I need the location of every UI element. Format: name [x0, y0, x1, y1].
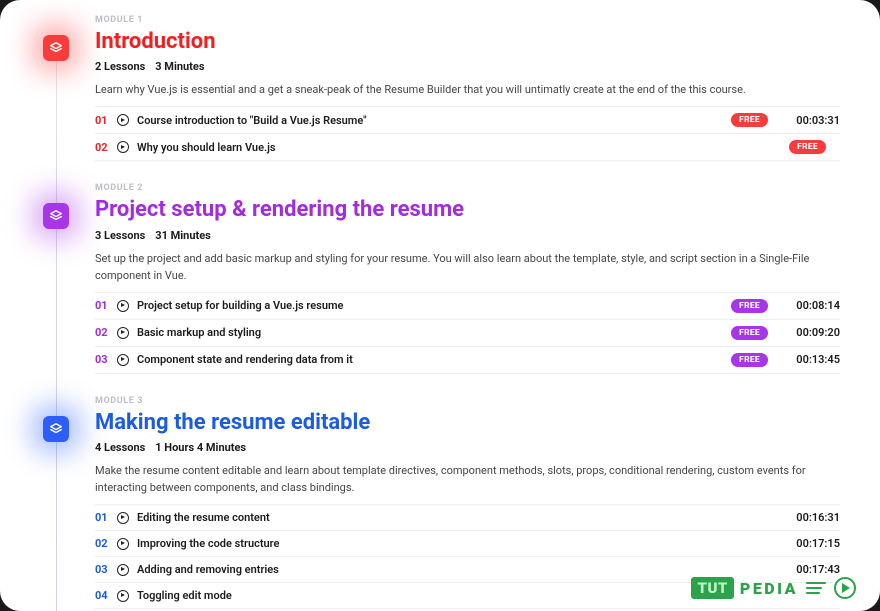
play-icon[interactable]: [117, 141, 129, 153]
lesson-row[interactable]: 01 Project setup for building a Vue.js re…: [95, 292, 840, 319]
module-description: Set up the project and add basic markup …: [95, 250, 840, 284]
module: MODULE 2 Project setup & rendering the re…: [95, 183, 840, 373]
module-meta-lessons: 3 Lessons: [95, 229, 145, 242]
watermark-pedia: PEDIA: [740, 579, 798, 598]
play-icon[interactable]: [117, 564, 129, 576]
module-tag: MODULE 1: [95, 15, 840, 25]
lesson-number: 03: [95, 563, 117, 576]
watermark: TUT PEDIA: [691, 577, 856, 599]
play-icon[interactable]: [117, 327, 129, 339]
timeline-line: [56, 40, 57, 611]
free-badge: FREE: [789, 140, 826, 154]
lesson-title: Component state and rendering data from …: [137, 353, 731, 366]
lesson-title: Course introduction to "Build a Vue.js R…: [137, 114, 731, 127]
module-meta: 3 Lessons 31 Minutes: [95, 229, 840, 242]
free-badge: FREE: [731, 113, 768, 127]
watermark-tut: TUT: [691, 577, 733, 599]
lesson-duration: 00:17:43: [782, 563, 840, 576]
module-meta-lessons: 4 Lessons: [95, 441, 145, 454]
play-icon[interactable]: [117, 590, 129, 602]
lesson-row[interactable]: 02 Basic markup and stylingFREE 00:09:20: [95, 319, 840, 346]
free-badge: FREE: [731, 326, 768, 340]
lesson-number: 03: [95, 353, 117, 366]
lesson-number: 01: [95, 299, 117, 312]
lesson-title: Project setup for building a Vue.js resu…: [137, 299, 731, 312]
lesson-title: Improving the code structure: [137, 537, 782, 550]
module: MODULE 1 Introduction 2 Lessons 3 Minutes Le…: [95, 15, 840, 161]
lesson-duration: 00:13:45: [782, 353, 840, 366]
module-tag: MODULE 2: [95, 183, 840, 193]
free-badge: FREE: [731, 353, 768, 367]
play-icon[interactable]: [117, 114, 129, 126]
lesson-row[interactable]: 03 Component state and rendering data fro…: [95, 346, 840, 374]
lesson-row[interactable]: 02 Why you should learn Vue.jsFREE: [95, 133, 840, 161]
play-circle-icon: [834, 577, 856, 599]
module-title[interactable]: Introduction: [95, 29, 840, 54]
module-meta-lessons: 2 Lessons: [95, 60, 145, 73]
lesson-duration: 00:09:20: [782, 326, 840, 339]
lesson-title: Why you should learn Vue.js: [137, 141, 789, 154]
module-meta: 4 Lessons 1 Hours 4 Minutes: [95, 441, 840, 454]
module-tag: MODULE 3: [95, 396, 840, 406]
free-badge: FREE: [731, 299, 768, 313]
lesson-title: Adding and removing entries: [137, 563, 782, 576]
module-title[interactable]: Making the resume editable: [95, 410, 840, 435]
lesson-row[interactable]: 01 Editing the resume content00:16:31: [95, 504, 840, 530]
lesson-number: 01: [95, 511, 117, 524]
lesson-duration: 00:03:31: [782, 114, 840, 127]
play-icon[interactable]: [117, 354, 129, 366]
module-stack-icon: [43, 35, 69, 61]
lesson-row[interactable]: 01 Course introduction to "Build a Vue.js…: [95, 106, 840, 133]
lesson-title: Editing the resume content: [137, 511, 782, 524]
course-outline-card: MODULE 1 Introduction 2 Lessons 3 Minutes Le…: [0, 0, 880, 611]
lesson-number: 04: [95, 589, 117, 602]
play-icon[interactable]: [117, 300, 129, 312]
play-icon[interactable]: [117, 538, 129, 550]
module-stack-icon: [43, 203, 69, 229]
module-title[interactable]: Project setup & rendering the resume: [95, 197, 840, 222]
module-meta-duration: 1 Hours 4 Minutes: [155, 441, 246, 454]
modules-container: MODULE 1 Introduction 2 Lessons 3 Minutes Le…: [0, 0, 880, 611]
play-icon[interactable]: [117, 512, 129, 524]
speed-lines-icon: [806, 582, 826, 594]
lesson-duration: 00:17:15: [782, 537, 840, 550]
lesson-number: 01: [95, 114, 117, 127]
module-description: Make the resume content editable and lea…: [95, 462, 840, 496]
module-meta: 2 Lessons 3 Minutes: [95, 60, 840, 73]
lesson-number: 02: [95, 141, 117, 154]
module-stack-icon: [43, 416, 69, 442]
module-meta-duration: 31 Minutes: [155, 229, 211, 242]
lesson-title: Basic markup and styling: [137, 326, 731, 339]
lesson-duration: 00:16:31: [782, 511, 840, 524]
module-description: Learn why Vue.js is essential and a get …: [95, 81, 840, 98]
lesson-duration: 00:08:14: [782, 299, 840, 312]
lesson-number: 02: [95, 326, 117, 339]
module-meta-duration: 3 Minutes: [155, 60, 204, 73]
lesson-row[interactable]: 02 Improving the code structure00:17:15: [95, 530, 840, 556]
lesson-number: 02: [95, 537, 117, 550]
